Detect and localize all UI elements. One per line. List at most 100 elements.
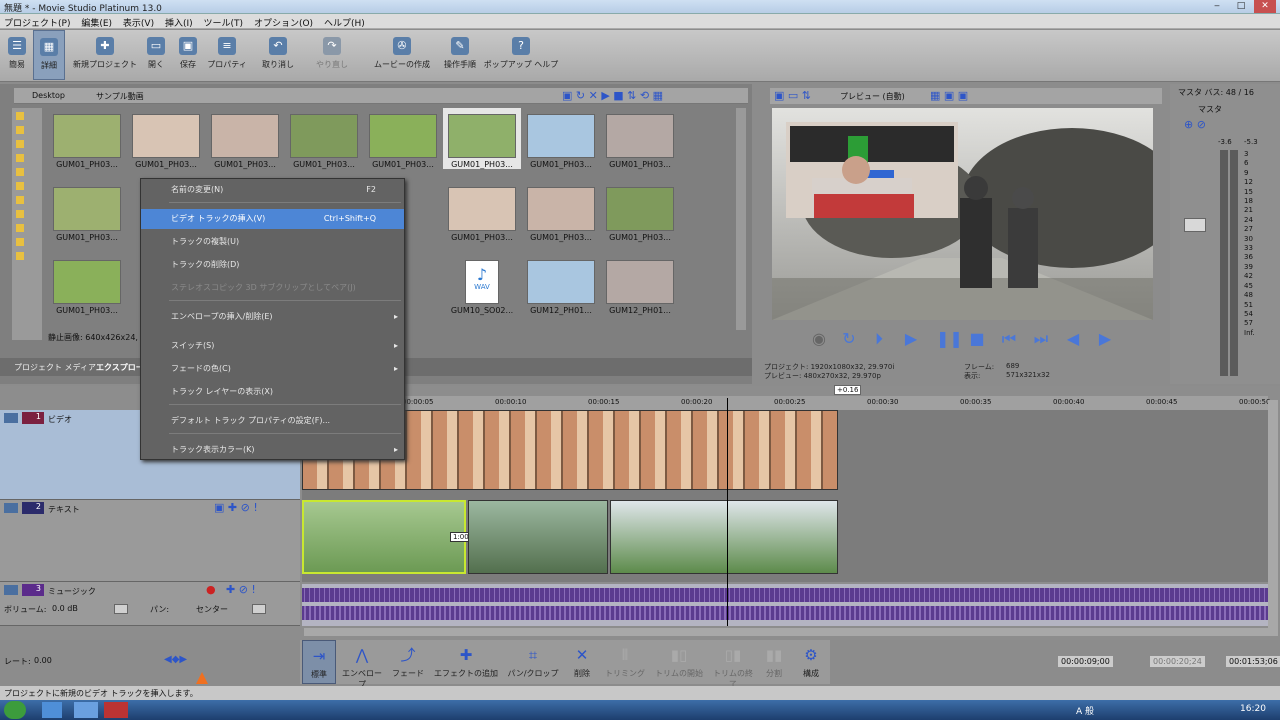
next-frame-icon[interactable]: ▶ — [1096, 330, 1114, 348]
track-tools-icon[interactable]: ✚ ⊘ ! — [226, 583, 256, 596]
ie-taskbar-icon[interactable] — [42, 702, 62, 718]
detail-view-button[interactable]: ▦ 詳細 — [33, 30, 65, 80]
minimize-button[interactable]: ‒ — [1206, 0, 1228, 13]
delete-button[interactable]: ✕ 削除 — [568, 640, 596, 684]
trim-start-button[interactable]: ▮▯ トリムの開始 — [652, 640, 706, 684]
normal-edit-button[interactable]: ⇥ 標準 — [302, 640, 336, 684]
text-track-lane[interactable]: 1:00 — [302, 500, 1268, 582]
trim-end-button[interactable]: ▯▮ トリムの終了 — [710, 640, 756, 689]
explorer-scrollbar[interactable] — [736, 108, 746, 330]
media-thumbnail[interactable]: GUM01_PH03... — [443, 108, 521, 169]
context-menu-item[interactable]: トラック表示カラー(K) ▸ — [141, 440, 404, 460]
video-track-lane[interactable] — [302, 410, 1268, 500]
folder-tree[interactable] — [12, 108, 42, 340]
track-tools-icon[interactable]: ▣ ✚ ⊘ ! — [214, 501, 258, 514]
media-thumbnail[interactable]: GUM01_PH03... — [127, 108, 205, 169]
split-button[interactable]: ▮▮ 分割 — [758, 640, 790, 684]
context-menu-item[interactable]: トラック レイヤーの表示(X) — [141, 382, 404, 402]
track-expand-icon[interactable] — [4, 503, 18, 513]
media-thumbnail[interactable]: GUM01_PH03... — [206, 108, 284, 169]
master-fader[interactable] — [1184, 218, 1206, 232]
envelope-button[interactable]: ⋀ エンベロープ — [340, 640, 384, 689]
new-project-button[interactable]: ✚ 新規プロジェクト — [70, 30, 140, 80]
undo-button[interactable]: ↶ 取り消し — [258, 30, 298, 80]
context-menu-item[interactable]: エンベロープの挿入/削除(E) ▸ — [141, 307, 404, 327]
menu-help[interactable]: ヘルプ(H) — [320, 14, 369, 31]
menu-tools[interactable]: ツール(T) — [200, 14, 248, 31]
context-menu-item[interactable]: ステレオスコピック 3D サブクリップとしてペア(J) — [141, 278, 404, 298]
track-name-music[interactable]: ミュージック — [48, 586, 96, 597]
settings-button[interactable]: ⚙ 構成 — [794, 640, 828, 684]
context-menu-item[interactable]: フェードの色(C) ▸ — [141, 359, 404, 379]
context-menu-item[interactable]: ビデオ トラックの挿入(V) Ctrl+Shift+Q — [141, 209, 404, 229]
menu-insert[interactable]: 挿入(I) — [161, 14, 197, 31]
trim-button[interactable]: ⦀ トリミング — [600, 640, 650, 684]
go-end-icon[interactable]: ⏭ — [1032, 330, 1050, 348]
track-header-music[interactable]: 3 ミュージック ● ✚ ⊘ ! ボリューム: 0.0 dB パン: センター — [0, 582, 300, 626]
play-from-start-icon[interactable]: ⏵ — [870, 330, 888, 348]
rate-slider-icon[interactable] — [196, 672, 208, 684]
loop-icon[interactable]: ↻ — [840, 330, 858, 348]
preview-options-icon[interactable]: ▦ ▣ ▣ — [930, 89, 968, 102]
context-menu-item[interactable]: デフォルト トラック プロパティの設定(F)... — [141, 411, 404, 431]
tab-explorer[interactable]: エクスプロー — [96, 362, 144, 373]
media-thumbnail[interactable]: GUM01_PH03... — [522, 108, 600, 169]
media-thumbnail[interactable]: GUM01_PH03... — [522, 181, 600, 242]
save-button[interactable]: ▣ 保存 — [174, 30, 202, 80]
redo-button[interactable]: ↷ やり直し — [310, 30, 354, 80]
add-effect-button[interactable]: ✚ エフェクトの追加 — [432, 640, 500, 684]
preview-tools-icon[interactable]: ▣ ▭ ⇅ — [774, 89, 811, 102]
track-name-text[interactable]: テキスト — [48, 504, 80, 515]
movie-studio-taskbar-icon[interactable] — [104, 702, 128, 718]
start-button[interactable] — [4, 701, 26, 719]
media-thumbnail[interactable]: ♪ WAV GUM10_SO02... — [443, 254, 521, 315]
wizard-button[interactable]: ✎ 操作手順 — [440, 30, 480, 80]
media-thumbnail[interactable]: GUM01_PH03... — [48, 181, 126, 242]
track-expand-icon[interactable] — [4, 413, 18, 423]
shuttle-icon[interactable]: ◀◆▶ — [164, 654, 187, 665]
context-menu-item[interactable]: トラックの複製(U) — [141, 232, 404, 252]
music-track-lane[interactable] — [302, 584, 1268, 626]
prev-frame-icon[interactable]: ◀ — [1064, 330, 1082, 348]
go-start-icon[interactable]: ⏮ — [1000, 330, 1018, 348]
play-icon[interactable]: ▶ — [902, 330, 920, 348]
menu-view[interactable]: 表示(V) — [119, 14, 158, 31]
menu-edit[interactable]: 編集(E) — [77, 14, 116, 31]
track-name-video[interactable]: ビデオ — [48, 414, 72, 425]
timeline-ruler[interactable]: 00:00:05 00:00:10 00:00:15 00:00:20 00:00:25… — [300, 396, 1270, 410]
stop-icon[interactable]: ■ — [968, 330, 986, 348]
open-button[interactable]: ▭ 開く — [142, 30, 170, 80]
track-header-text[interactable]: 2 テキスト ▣ ✚ ⊘ ! — [0, 500, 300, 582]
context-menu-item[interactable]: トラックの削除(D) — [141, 255, 404, 275]
preview-mode-select[interactable]: プレビュー (自動) — [840, 91, 905, 102]
menu-project[interactable]: プロジェクト(P) — [0, 14, 74, 31]
media-thumbnail[interactable]: GUM12_PH01... — [522, 254, 600, 315]
track-expand-icon[interactable] — [4, 585, 18, 595]
volume-slider[interactable] — [114, 604, 128, 614]
media-thumbnail[interactable]: GUM01_PH03... — [48, 108, 126, 169]
master-fx-icon[interactable]: ⊕ ⊘ — [1184, 118, 1206, 131]
record-icon[interactable]: ◉ — [810, 330, 828, 348]
photo-clip[interactable] — [610, 500, 838, 574]
media-thumbnail[interactable]: GUM01_PH03... — [443, 181, 521, 242]
media-thumbnail[interactable]: GUM01_PH03... — [601, 108, 679, 169]
properties-button[interactable]: ≡ プロパティ — [204, 30, 250, 80]
photo-clip[interactable] — [468, 500, 608, 574]
explorer-taskbar-icon[interactable] — [74, 702, 98, 718]
close-button[interactable]: ✕ — [1254, 0, 1276, 13]
popup-help-button[interactable]: ? ポップアップ ヘルプ — [480, 30, 562, 80]
media-thumbnail[interactable]: GUM12_PH01... — [601, 254, 679, 315]
media-thumbnail[interactable]: GUM01_PH03... — [364, 108, 442, 169]
explorer-tools-icon[interactable]: ▣ ↻ ✕ ▶ ■ ⇅ ⟲ ▦ — [562, 89, 663, 102]
record-arm-icon[interactable]: ● — [206, 583, 216, 596]
context-menu-item[interactable]: スイッチ(S) ▸ — [141, 336, 404, 356]
pan-crop-button[interactable]: ⌗ パン/クロップ — [504, 640, 562, 684]
tab-project-media[interactable]: プロジェクト メディア — [14, 362, 96, 373]
selected-clip[interactable] — [302, 500, 466, 574]
timeline-vscroll[interactable] — [1268, 400, 1278, 636]
path-folder[interactable]: サンプル動画 — [96, 91, 144, 102]
timeline-scrollbar[interactable] — [304, 628, 1268, 636]
menu-options[interactable]: オプション(O) — [250, 14, 317, 31]
media-thumbnail[interactable]: GUM01_PH03... — [285, 108, 363, 169]
maximize-button[interactable]: □ — [1230, 0, 1252, 13]
